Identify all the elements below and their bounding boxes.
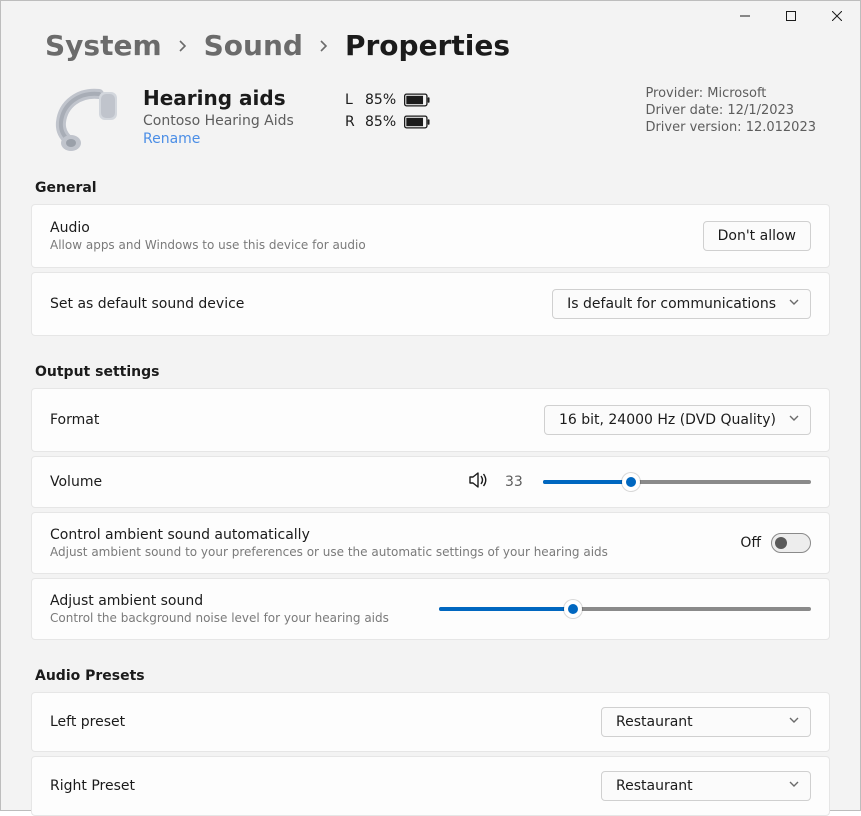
toggle-knob (775, 537, 787, 549)
card-ambient-auto: Control ambient sound automatically Adju… (31, 512, 830, 574)
right-preset-dropdown[interactable]: Restaurant (601, 771, 811, 801)
ambient-adjust-desc: Control the background noise level for y… (50, 611, 423, 625)
section-output-label: Output settings (1, 336, 860, 388)
battery-left-label: L (345, 92, 357, 108)
format-dropdown[interactable]: 16 bit, 24000 Hz (DVD Quality) (544, 405, 811, 435)
default-device-value: Is default for communications (567, 296, 776, 312)
volume-title: Volume (50, 474, 102, 490)
window-close-button[interactable] (814, 1, 860, 31)
breadcrumb: System Sound Properties (1, 29, 860, 68)
volume-slider[interactable] (543, 480, 811, 484)
breadcrumb-properties: Properties (345, 29, 510, 62)
chevron-right-icon (315, 40, 333, 52)
volume-value: 33 (505, 474, 527, 490)
battery-right-percent: 85% (365, 114, 396, 130)
battery-icon (404, 93, 430, 107)
default-device-title: Set as default sound device (50, 296, 536, 312)
driver-version: Driver version: 12.012023 (645, 120, 816, 135)
left-preset-value: Restaurant (616, 714, 693, 730)
audio-title: Audio (50, 220, 687, 236)
card-volume: Volume 33 (31, 456, 830, 508)
driver-info: Provider: Microsoft Driver date: 12/1/20… (645, 86, 816, 135)
ambient-auto-title: Control ambient sound automatically (50, 527, 724, 543)
driver-date: Driver date: 12/1/2023 (645, 103, 816, 118)
speaker-icon[interactable] (469, 471, 489, 493)
device-meta: Hearing aids Contoso Hearing Aids Rename (143, 86, 323, 147)
device-title: Hearing aids (143, 86, 323, 111)
device-header: Hearing aids Contoso Hearing Aids Rename… (1, 68, 860, 164)
format-title: Format (50, 412, 528, 428)
chevron-right-icon (174, 40, 192, 52)
ambient-slider-thumb[interactable] (564, 600, 582, 618)
chevron-down-icon (788, 412, 800, 428)
card-ambient-adjust: Adjust ambient sound Control the backgro… (31, 578, 830, 640)
rename-link[interactable]: Rename (143, 131, 323, 147)
window-minimize-button[interactable] (722, 1, 768, 31)
audio-desc: Allow apps and Windows to use this devic… (50, 238, 687, 252)
card-audio: Audio Allow apps and Windows to use this… (31, 204, 830, 268)
ambient-slider[interactable] (439, 607, 812, 611)
ambient-auto-desc: Adjust ambient sound to your preferences… (50, 545, 724, 559)
chevron-down-icon (788, 778, 800, 794)
section-presets-label: Audio Presets (1, 640, 860, 692)
card-default-device: Set as default sound device Is default f… (31, 272, 830, 336)
battery-left: L 85% (345, 92, 430, 108)
volume-slider-fill (543, 480, 631, 484)
hearing-aid-icon (41, 86, 129, 154)
left-preset-title: Left preset (50, 714, 585, 730)
chevron-down-icon (788, 714, 800, 730)
breadcrumb-sound[interactable]: Sound (204, 29, 303, 62)
ambient-auto-toggle[interactable] (771, 533, 811, 553)
dont-allow-button[interactable]: Don't allow (703, 221, 811, 251)
breadcrumb-system[interactable]: System (45, 29, 162, 62)
settings-window: System Sound Properties Hearing aids Con… (0, 0, 861, 811)
ambient-adjust-title: Adjust ambient sound (50, 593, 423, 609)
default-device-dropdown[interactable]: Is default for communications (552, 289, 811, 319)
window-titlebar (1, 1, 860, 31)
ambient-slider-fill (439, 607, 573, 611)
volume-slider-thumb[interactable] (622, 473, 640, 491)
battery-right-label: R (345, 114, 357, 130)
ambient-auto-state: Off (740, 535, 761, 551)
format-value: 16 bit, 24000 Hz (DVD Quality) (559, 412, 776, 428)
section-general-label: General (1, 164, 860, 204)
left-preset-dropdown[interactable]: Restaurant (601, 707, 811, 737)
battery-left-percent: 85% (365, 92, 396, 108)
battery-icon (404, 115, 430, 129)
driver-provider: Provider: Microsoft (645, 86, 816, 101)
battery-status: L 85% R 85% (337, 92, 430, 130)
battery-right: R 85% (345, 114, 430, 130)
chevron-down-icon (788, 296, 800, 312)
right-preset-value: Restaurant (616, 778, 693, 794)
right-preset-title: Right Preset (50, 778, 585, 794)
window-maximize-button[interactable] (768, 1, 814, 31)
card-format: Format 16 bit, 24000 Hz (DVD Quality) (31, 388, 830, 452)
card-right-preset: Right Preset Restaurant (31, 756, 830, 816)
card-left-preset: Left preset Restaurant (31, 692, 830, 752)
device-subtitle: Contoso Hearing Aids (143, 113, 323, 129)
